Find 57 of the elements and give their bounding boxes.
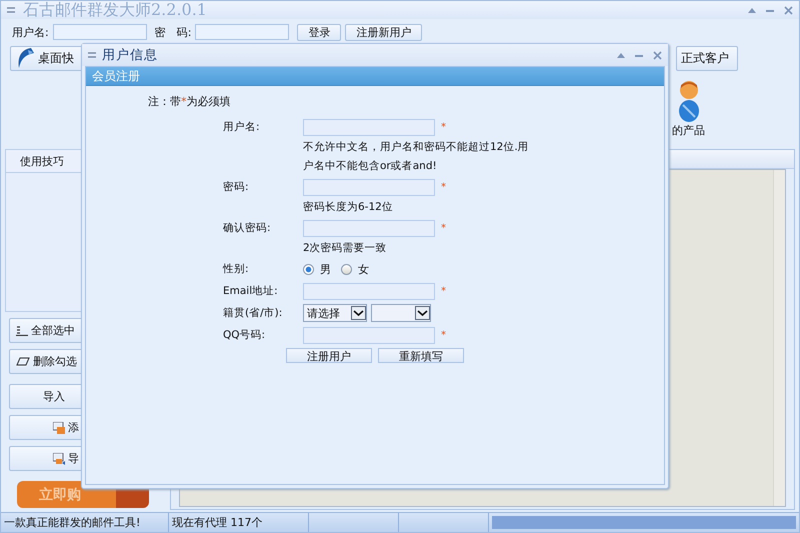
section-header: 会员注册 [86,67,664,86]
export-icon [53,452,65,464]
collapse-icon[interactable] [748,7,756,13]
radio-button[interactable] [303,264,314,274]
login-button[interactable]: 登录 [297,24,342,40]
status-text: 一款真正能群发的邮件工具! [4,515,140,530]
person-icon[interactable] [678,79,700,123]
status-text: 现在有代理 117个 [172,515,262,530]
required-mark: * [441,122,446,132]
scroll-bar[interactable] [773,170,785,506]
password-field[interactable] [195,24,290,40]
close-icon[interactable] [784,6,793,14]
menu-icon[interactable] [7,7,15,13]
input-field[interactable] [303,220,435,236]
window-title: 石古邮件群发大师2.2.0.1 [23,1,207,20]
required-mark: * [441,182,446,192]
password-label: 密 码: [154,24,192,40]
field-label: 性别: [223,262,250,277]
close-icon[interactable] [653,50,662,60]
province-dropdown[interactable]: 请选择 [303,304,367,322]
customer-button[interactable]: 正式客户 [676,46,738,70]
radio-label: 女 [358,262,369,276]
form-button[interactable]: 重新填写 [378,348,464,363]
required-mark: * [441,222,446,234]
eraser-icon [16,357,30,366]
hint-text: 密码长度为6-12位 [303,200,394,215]
hint-text: 不允许中文名，用户名和密码不能超过12位.用户名中不能包含or或者and! [303,140,530,174]
input-field[interactable] [303,326,435,344]
collapse-icon[interactable] [617,52,625,58]
product-label: 的产品 [672,123,705,138]
radio-button[interactable] [341,264,352,274]
input-field[interactable] [303,282,435,300]
field-label: 密码: [223,180,250,195]
required-mark: * [441,330,446,340]
field-label: QQ号码: [223,328,266,343]
radio-label: 男 [320,262,331,276]
form-button[interactable]: 注册用户 [286,348,372,363]
hint-text: 2次密码需要一致 [303,241,388,256]
minimize-icon[interactable] [635,54,643,56]
city-dropdown[interactable] [371,304,431,322]
field-label: 用户名: [223,120,261,135]
required-note: 注：带*为必须填 [148,94,230,110]
list-icon [16,326,28,336]
login-button[interactable]: 注册新用户 [345,24,422,40]
input-field[interactable] [303,118,435,136]
desktop-shortcut-button[interactable]: 桌面快 [10,46,83,70]
field-label: Email地址: [223,284,279,299]
required-mark: * [441,286,446,296]
field-label: 确认密码: [223,221,272,236]
minimize-icon[interactable] [766,8,774,12]
dialog-title: 用户信息 [102,47,158,64]
field-label: 籍贯(省/市): [223,306,284,321]
menu-icon[interactable] [88,52,96,58]
input-field[interactable] [303,178,435,196]
username-field[interactable] [52,24,147,40]
add-icon [53,422,65,434]
username-label: 用户名: [12,24,49,40]
